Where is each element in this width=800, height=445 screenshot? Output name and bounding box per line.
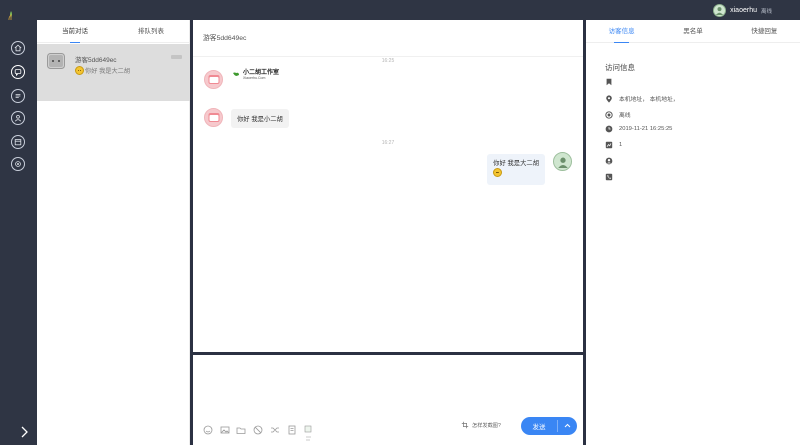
clock-icon (605, 125, 613, 133)
brand-image-message[interactable]: 小二胡工作室 Xiaoerhu.Com (231, 70, 279, 80)
screenshot-help-link[interactable]: 怎样发截图? (461, 421, 501, 429)
home-icon (14, 44, 22, 52)
conversation-list-panel: 当前对话 排队列表 游客5dd649ec 你好 我是大二胡 (37, 20, 190, 445)
divider (193, 56, 583, 57)
conversation-item[interactable]: 游客5dd649ec 你好 我是大二胡 (37, 44, 190, 101)
image-icon (220, 426, 230, 434)
info-row-visits: 1 (605, 141, 622, 149)
chevron-right-icon[interactable] (19, 426, 29, 438)
block-icon (253, 425, 263, 435)
conversation-name: 游客5dd649ec (75, 57, 117, 64)
visitor-avatar (204, 108, 223, 127)
avatar-icon (716, 7, 724, 15)
message-time: 16:25 (381, 58, 395, 64)
message-bubble-agent: 你好 我是大二胡 (487, 154, 545, 185)
chat-title: 游客5dd649ec (203, 35, 247, 42)
visitor-face-icon (208, 113, 219, 122)
info-tabs: 访客信息 黑名单 快捷回复 (586, 20, 800, 43)
users-icon (14, 114, 22, 122)
message-time: 16:27 (381, 140, 395, 146)
file-button[interactable] (236, 425, 246, 435)
chart-icon (605, 141, 613, 149)
visitor-time: 2019-11-21 16:25:25 (619, 126, 673, 132)
message-bubble-visitor: 你好 我是小二胡 (231, 109, 289, 128)
nav-visitors[interactable] (11, 111, 25, 125)
info-row-status: 离线 (605, 110, 631, 119)
chat-icon (14, 69, 22, 76)
agent-avatar (553, 152, 572, 171)
transfer-button[interactable] (270, 425, 280, 435)
info-row-phone (605, 173, 613, 181)
chevron-up-icon (564, 423, 571, 427)
info-row-time: 2019-11-21 16:25:25 (605, 125, 672, 133)
nav-home[interactable] (11, 41, 25, 55)
username: xiaoerhu (730, 7, 757, 14)
broken-image-button[interactable] (304, 425, 314, 443)
user-icon (605, 157, 613, 165)
brand-leaf-icon (233, 72, 239, 80)
tab-current-conversations[interactable]: 当前对话 (37, 20, 113, 43)
conversation-last-message: 你好 我是大二胡 (75, 66, 130, 75)
nav-reports[interactable] (11, 135, 25, 149)
chat-panel: 游客5dd649ec 16:25 小二胡工作室 Xiaoerhu.Com 你好 … (193, 20, 583, 352)
image-button[interactable] (220, 425, 230, 435)
nav-chat[interactable] (11, 65, 25, 79)
info-row-user (605, 157, 613, 165)
info-row-bookmark (605, 78, 613, 86)
location-icon (605, 94, 613, 103)
visitor-face-icon (208, 75, 219, 84)
send-options-button[interactable] (558, 423, 577, 430)
conversation-tabs: 当前对话 排队列表 (37, 20, 189, 43)
crop-icon (461, 421, 469, 429)
user-avatar (713, 4, 727, 17)
emoji-icon (493, 168, 503, 177)
screenshot-help-text: 怎样发截图? (472, 422, 501, 429)
last-message-text: 你好 我是大二胡 (85, 68, 131, 75)
send-label: 发送 (532, 424, 546, 431)
tab-visitor-info[interactable]: 访客信息 (586, 20, 657, 43)
calendar-icon (14, 139, 22, 146)
visitor-avatar-icon (47, 53, 65, 69)
user-status: 离线 (760, 8, 772, 15)
folder-icon (236, 427, 246, 434)
conversation-time-badge (171, 55, 182, 59)
nav-settings[interactable] (11, 157, 25, 171)
agent-message-text: 你好 我是大二胡 (493, 160, 539, 167)
tab-quick-reply[interactable]: 快捷回复 (729, 20, 800, 42)
info-row-location: 本机地址， 本机地址， (605, 94, 679, 103)
top-bar: xiaoerhu 离线 (0, 0, 800, 26)
history-button[interactable] (287, 425, 297, 435)
phone-icon (605, 173, 613, 181)
visitor-location: 本机地址， 本机地址， (619, 97, 679, 103)
send-button[interactable]: 发送 (521, 417, 577, 435)
document-icon (288, 425, 296, 435)
emoji-button[interactable] (203, 425, 213, 435)
left-nav-rail (0, 20, 37, 445)
smile-icon (203, 425, 213, 435)
visitor-avatar (204, 70, 223, 89)
bookmark-icon (605, 78, 613, 86)
message-input-area[interactable]: 怎样发截图? 发送 (193, 355, 583, 445)
visitor-status: 离线 (619, 113, 631, 119)
avatar-icon (557, 157, 568, 168)
status-icon (605, 110, 613, 119)
visitor-visits: 1 (619, 142, 623, 148)
visit-info-title: 访问信息 (605, 63, 635, 72)
nav-history[interactable] (11, 89, 25, 103)
history-icon (15, 94, 21, 98)
tab-blacklist[interactable]: 黑名单 (657, 20, 728, 42)
settings-icon (15, 161, 21, 167)
user-menu[interactable]: xiaoerhu 离线 (713, 4, 772, 17)
shuffle-icon (271, 427, 279, 433)
emoji-icon (75, 66, 84, 75)
broken-image-icon (304, 425, 312, 441)
visitor-info-panel: 访客信息 黑名单 快捷回复 访问信息 本机地址， 本机地址， 离线 2019-1… (586, 20, 800, 445)
brand-site: Xiaoerhu.Com (243, 76, 266, 80)
tab-queue-list[interactable]: 排队列表 (113, 20, 189, 42)
block-button[interactable] (253, 425, 263, 435)
